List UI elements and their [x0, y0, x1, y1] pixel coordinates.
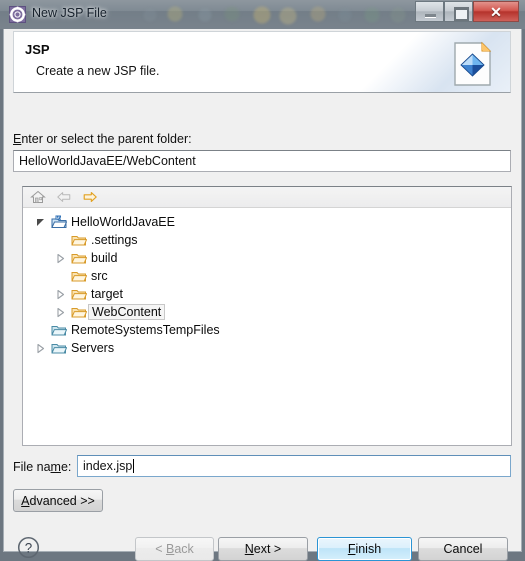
folder-icon	[71, 290, 87, 300]
tree-item-label: build	[91, 251, 118, 265]
folder-blue-icon	[51, 326, 67, 336]
folder-icon	[71, 254, 87, 264]
parent-folder-label: Enter or select the parent folder:	[13, 132, 192, 146]
maximize-button[interactable]	[444, 1, 473, 22]
wizard-header: JSP Create a new JSP file.	[13, 31, 511, 93]
minimize-button[interactable]	[415, 1, 444, 22]
tree-item-label: src	[91, 269, 108, 283]
window-title: New JSP File	[32, 6, 107, 20]
tree-item-src[interactable]: src	[23, 267, 511, 285]
folder-blue-icon	[51, 344, 67, 354]
twisty-collapsed-icon[interactable]	[35, 343, 46, 354]
parent-folder-input[interactable]: HelloWorldJavaEE/WebContent	[13, 150, 511, 172]
maximize-icon	[454, 7, 469, 21]
tree-item-label: WebContent	[88, 304, 166, 320]
file-name-input[interactable]: index.jsp	[77, 455, 511, 477]
advanced-button-mnemonic: A	[21, 493, 30, 508]
new-jsp-file-dialog: New JSP File ✕ JSP Create a new JSP file…	[0, 0, 525, 561]
finish-button-label: inish	[355, 542, 382, 556]
folder-icon	[71, 236, 87, 246]
tree-item-label: .settings	[91, 233, 138, 247]
advanced-button[interactable]: Advanced >>	[13, 489, 103, 512]
tree-item-build[interactable]: build	[23, 249, 511, 267]
cancel-button[interactable]: Cancel	[418, 537, 508, 561]
file-name-value: index.jsp	[83, 459, 133, 473]
folder-tree[interactable]: MVC HelloWorldJavaEE .settings build src targ…	[23, 208, 511, 445]
cancel-button-label: Cancel	[443, 542, 483, 556]
back-button-pre: <	[155, 542, 166, 556]
file-name-label-post: e:	[60, 460, 72, 474]
tree-item-label: Servers	[71, 341, 115, 355]
tree-toolbar	[23, 187, 511, 208]
eclipse-wizard-icon	[9, 6, 26, 23]
dialog-body: JSP Create a new JSP file. Enter or sele…	[3, 29, 522, 561]
tree-item-label: target	[91, 287, 123, 301]
minimize-icon	[425, 14, 436, 18]
page-description: Create a new JSP file.	[36, 64, 160, 78]
svg-text:?: ?	[25, 540, 32, 555]
file-name-label: File name:	[13, 460, 71, 474]
file-name-label-mnemonic: m	[50, 460, 61, 474]
close-button[interactable]: ✕	[473, 1, 519, 22]
file-name-label-pre: File na	[13, 460, 51, 474]
tree-item-label: HelloWorldJavaEE	[71, 215, 175, 229]
tree-item-webcontent[interactable]: WebContent	[23, 303, 511, 321]
tree-item-settings[interactable]: .settings	[23, 231, 511, 249]
project-icon: MVC	[51, 215, 67, 228]
close-icon: ✕	[490, 4, 502, 20]
next-button[interactable]: Next >	[218, 537, 308, 561]
folder-icon	[71, 308, 87, 318]
back-arrow-icon	[57, 192, 71, 202]
tree-item-helloworldjavaee[interactable]: MVC HelloWorldJavaEE	[23, 213, 511, 231]
page-title: JSP	[25, 42, 50, 57]
forward-arrow-icon[interactable]	[82, 190, 98, 204]
back-button[interactable]: < Back	[135, 537, 214, 561]
tree-item-label: RemoteSystemsTempFiles	[71, 323, 220, 337]
next-button-label: ext >	[253, 542, 282, 556]
twisty-expanded-icon[interactable]	[35, 217, 46, 228]
parent-folder-value: HelloWorldJavaEE/WebContent	[19, 154, 196, 168]
parent-folder-label-text: nter or select the parent folder:	[21, 132, 192, 146]
folder-icon	[71, 272, 87, 282]
twisty-collapsed-icon[interactable]	[55, 289, 66, 300]
text-caret	[133, 459, 135, 473]
next-button-mnemonic: N	[244, 542, 254, 556]
tree-item-servers[interactable]: Servers	[23, 339, 511, 357]
finish-button[interactable]: Finish	[317, 537, 412, 561]
folder-tree-panel[interactable]: MVC HelloWorldJavaEE .settings build src targ…	[22, 186, 512, 446]
advanced-button-label: dvanced >>	[29, 493, 95, 508]
tree-item-target[interactable]: target	[23, 285, 511, 303]
back-button-label: ack	[174, 542, 194, 556]
home-icon[interactable]	[30, 190, 46, 204]
twisty-collapsed-icon[interactable]	[55, 253, 66, 264]
svg-text:MVC: MVC	[56, 215, 65, 220]
twisty-collapsed-icon[interactable]	[55, 307, 66, 318]
title-bar[interactable]: New JSP File ✕	[0, 0, 525, 29]
jsp-file-icon	[454, 41, 492, 86]
tree-item-remotesystemstempfiles[interactable]: RemoteSystemsTempFiles	[23, 321, 511, 339]
help-icon[interactable]: ?	[17, 536, 40, 559]
